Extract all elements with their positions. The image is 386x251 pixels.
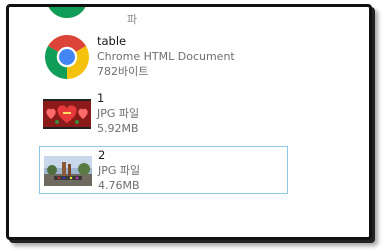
- file-size: 5.92MB: [97, 122, 139, 135]
- file-meta: 2 JPG 파일 4.76MB: [98, 148, 140, 193]
- jpg-thumbnail-hearts: [43, 92, 91, 136]
- chrome-icon-svg: [48, 7, 86, 19]
- file-name: table: [97, 34, 127, 48]
- file-item-table[interactable]: table Chrome HTML Document 782바이트: [39, 33, 288, 81]
- hearts-image: [43, 99, 91, 129]
- jpg-thumbnail-photo: [44, 149, 92, 193]
- file-item-2[interactable]: 2 JPG 파일 4.76MB: [39, 146, 288, 194]
- partial-type-text: 파: [127, 13, 138, 26]
- file-meta: table Chrome HTML Document 782바이트: [97, 34, 235, 79]
- window-frame: 파 table Chrome HTML Document 782바이트 1 JP…: [6, 4, 372, 240]
- file-meta: 1 JPG 파일 5.92MB: [97, 91, 139, 136]
- file-size: 4.76MB: [98, 179, 140, 192]
- file-type: JPG 파일: [97, 107, 140, 120]
- file-item-1[interactable]: 1 JPG 파일 5.92MB: [39, 90, 288, 138]
- file-list: 파 table Chrome HTML Document 782바이트 1 JP…: [9, 7, 369, 237]
- file-name: 1: [97, 91, 105, 105]
- photo-image: [44, 156, 92, 186]
- file-type: Chrome HTML Document: [97, 50, 235, 63]
- file-type: JPG 파일: [98, 164, 141, 177]
- file-name: 2: [98, 148, 106, 162]
- file-size: 782바이트: [97, 65, 149, 78]
- chrome-icon: [43, 7, 91, 19]
- chrome-icon-svg: [45, 35, 89, 79]
- file-item-partial[interactable]: 파: [39, 7, 288, 26]
- chrome-icon: [43, 35, 91, 79]
